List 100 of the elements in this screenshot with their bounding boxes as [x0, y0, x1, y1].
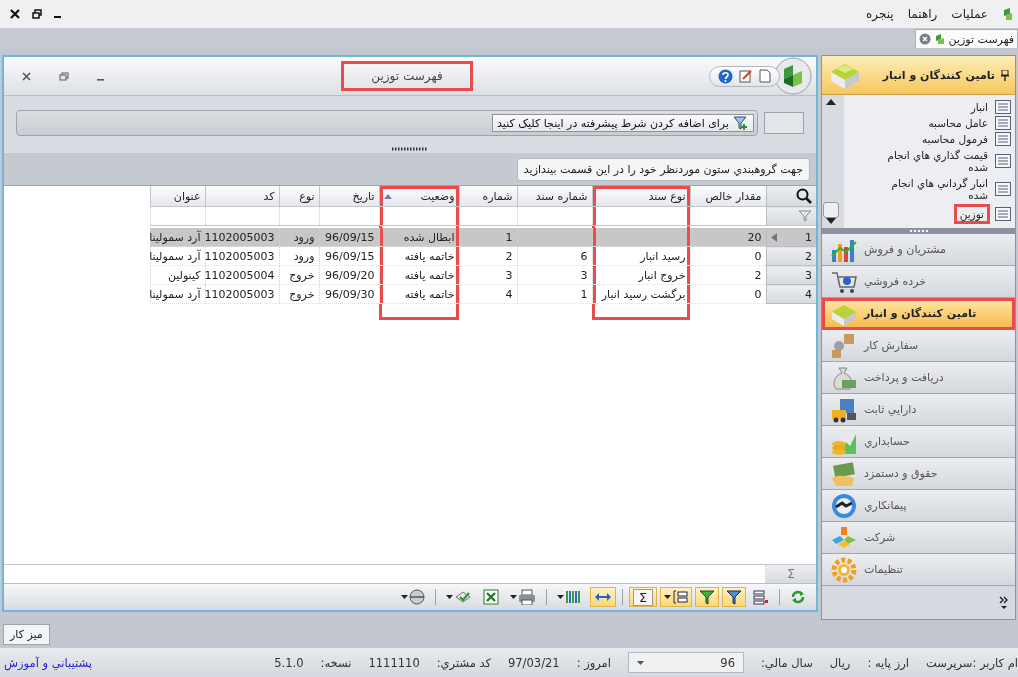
search-icon[interactable]: [796, 188, 812, 204]
list-icon: [995, 100, 1011, 114]
globe-icon[interactable]: [409, 589, 425, 605]
support-link[interactable]: پشتيباني و آموزش: [4, 655, 92, 670]
close-icon[interactable]: [10, 9, 20, 19]
caret-icon[interactable]: [510, 595, 517, 599]
table-cell: رسید انبار: [592, 246, 690, 266]
scroll-up-icon[interactable]: [826, 99, 836, 105]
column-header[interactable]: نوع: [279, 186, 319, 207]
nav-list-item[interactable]: قیمت گذاري هاي انجام شده: [848, 148, 1011, 174]
grip-icon[interactable]: [392, 146, 428, 151]
filter-cell[interactable]: [319, 206, 379, 226]
status-label: کد مشتري:: [436, 655, 491, 670]
sort-ascending-icon: [383, 193, 392, 199]
module-button[interactable]: دریافت و پرداخت: [822, 362, 1015, 394]
menu-item[interactable]: عملیات: [951, 5, 988, 23]
caret-icon[interactable]: [664, 595, 671, 599]
module-button[interactable]: حسابداري: [822, 426, 1015, 458]
list-icon: [995, 132, 1011, 146]
caret-icon[interactable]: [446, 595, 453, 599]
edit-icon[interactable]: [739, 69, 753, 83]
module-button[interactable]: سفارش کار: [822, 330, 1015, 362]
chevron-icon[interactable]: [999, 595, 1009, 610]
table-cell: ابطال شده: [379, 228, 459, 247]
current-row-icon: [770, 232, 777, 242]
column-header[interactable]: تاریخ: [319, 186, 379, 207]
status-label: نسخه:: [320, 655, 352, 670]
status-label: ام کاربر :سرپرست: [925, 655, 1018, 670]
column-bars-icon[interactable]: [565, 589, 583, 605]
table-cell: 96/09/30: [319, 284, 379, 304]
filter-cell[interactable]: [592, 206, 690, 226]
scrollbar-thumb[interactable]: [823, 202, 839, 218]
table-cell: ورود: [279, 246, 319, 266]
banknotes-icon: [830, 459, 858, 488]
table-cell: برگشت رسید انبار: [592, 284, 690, 304]
table-cell: 2: [690, 265, 766, 285]
table-cell: آرد سمولينا: [150, 284, 205, 304]
new-document-icon[interactable]: [759, 69, 771, 83]
filter-cell[interactable]: [279, 206, 319, 226]
column-header[interactable]: مقدار خالص: [690, 186, 766, 207]
window-title: فهرست توزین: [341, 61, 473, 91]
help-icon[interactable]: [718, 68, 733, 84]
row-indicator[interactable]: 1: [766, 228, 816, 247]
menu-item[interactable]: پنجره: [866, 5, 894, 23]
module-button[interactable]: پيمانكاري: [822, 490, 1015, 522]
caret-icon[interactable]: [557, 595, 564, 599]
module-button[interactable]: شرکت: [822, 522, 1015, 554]
table-cell: 1102005003: [205, 246, 279, 266]
table-cell: 96/09/15: [319, 228, 379, 247]
globe-icon: [830, 491, 858, 520]
filter-cell[interactable]: [690, 206, 766, 226]
column-header[interactable]: شماره سند: [517, 186, 592, 207]
filter-cell[interactable]: [379, 206, 459, 226]
module-button[interactable]: دارايي ثابت: [822, 394, 1015, 426]
module-button[interactable]: حقوق و دستمزد: [822, 458, 1015, 490]
nav-list-item[interactable]: فرمول محاسبه: [848, 132, 1011, 146]
document-tab[interactable]: فهرست توزین: [914, 29, 1018, 48]
close-icon[interactable]: [22, 71, 31, 81]
table-cell: خاتمه یافته: [379, 284, 459, 304]
table-cell: 3: [459, 265, 517, 285]
filter-cell[interactable]: [517, 206, 592, 226]
nav-list-item[interactable]: توزین: [848, 204, 1011, 224]
menu-item[interactable]: راهنما: [907, 5, 938, 23]
nav-list-item[interactable]: عامل محاسبه: [848, 116, 1011, 130]
list-icon: [995, 154, 1011, 168]
nav-list-item[interactable]: انبار: [848, 100, 1011, 114]
caret-icon[interactable]: [401, 595, 408, 599]
gear-icon: [830, 555, 858, 584]
printer-icon[interactable]: [518, 589, 536, 605]
app-logo-icon: [774, 57, 812, 95]
group-by-icon[interactable]: [672, 589, 688, 605]
column-header[interactable]: عنوان: [150, 186, 205, 207]
column-header[interactable]: شماره: [459, 186, 517, 207]
table-cell: 0: [690, 246, 766, 266]
fiscal-year-dropdown[interactable]: 96: [628, 652, 744, 673]
status-value: 97/03/21: [508, 655, 560, 670]
filter-add-icon: [733, 116, 749, 130]
column-header[interactable]: کد: [205, 186, 279, 207]
nav-list-item[interactable]: انبار گرداني هاي انجام شده: [848, 176, 1011, 202]
column-header[interactable]: نوع سند: [592, 186, 690, 207]
add-filter-button[interactable]: برای اضافه کردن شرط پیشرفته در اینجا کلیک کنید: [492, 114, 754, 132]
module-button[interactable]: مشتريان و فروش: [822, 234, 1015, 266]
filter-cell[interactable]: [459, 206, 517, 226]
module-button[interactable]: خرده فروشي: [822, 266, 1015, 298]
desktop-button[interactable]: میز کار: [3, 623, 50, 645]
filter-cell[interactable]: [150, 206, 205, 226]
pin-icon[interactable]: [1001, 69, 1009, 81]
table-cell: 96/09/15: [319, 246, 379, 266]
table-cell: خروج: [279, 284, 319, 304]
status-label: ارز پایه :: [867, 655, 909, 670]
module-button[interactable]: تنظیمات: [822, 554, 1015, 586]
table-cell: خاتمه یافته: [379, 265, 459, 285]
restore-icon[interactable]: [32, 9, 42, 19]
table-cell: 3: [517, 265, 592, 285]
toolbar-button[interactable]: [660, 587, 692, 607]
filter-cell[interactable]: [205, 206, 279, 226]
app-logo-icon: [934, 33, 945, 45]
table-cell: آرد سمولينا: [150, 228, 205, 247]
status-label: سال مالي:: [761, 655, 813, 670]
module-button[interactable]: تامین کنندگان و انبار: [822, 298, 1015, 330]
